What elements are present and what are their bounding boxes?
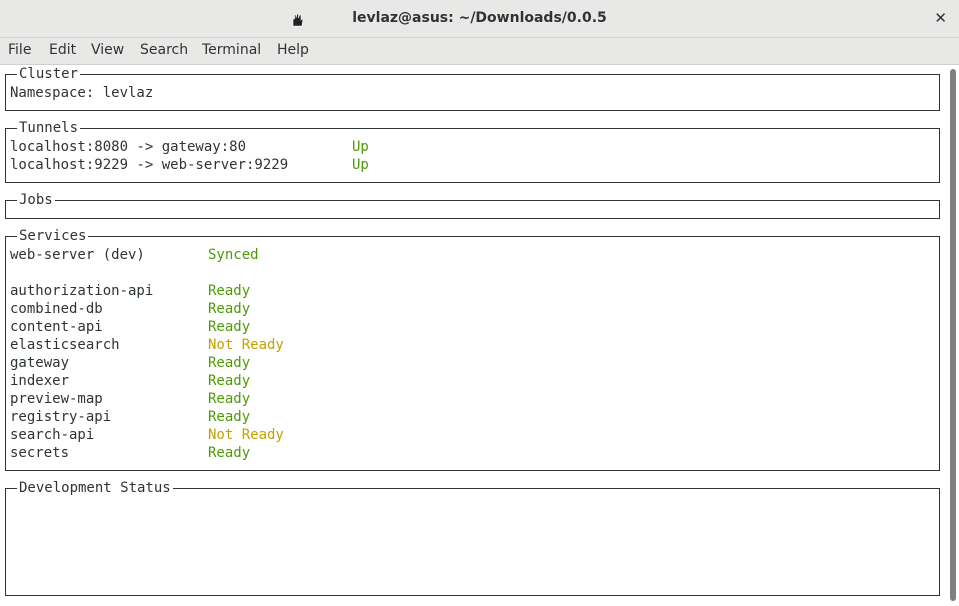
service-name: indexer <box>10 373 70 389</box>
tunnels-panel: Tunnels localhost:8080 -> gateway:80 Up … <box>5 119 940 183</box>
jobs-panel: Jobs <box>5 191 940 219</box>
tunnel-route: localhost:9229 -> web-server:9229 <box>10 157 289 173</box>
services-panel: Services web-server (dev) Synced authori… <box>5 227 940 471</box>
service-name: secrets <box>10 445 70 461</box>
development-status-title: Development Status <box>17 479 173 497</box>
menu-view[interactable]: View <box>91 42 124 58</box>
tunnel-status: Up <box>352 139 369 155</box>
service-name: gateway <box>10 355 70 371</box>
cluster-title: Cluster <box>17 65 81 83</box>
service-status: Ready <box>208 445 251 461</box>
tunnel-route: localhost:8080 -> gateway:80 <box>10 139 247 155</box>
service-name: registry-api <box>10 409 112 425</box>
service-status: Ready <box>208 373 251 389</box>
service-status: Synced <box>208 247 259 263</box>
service-name: preview-map <box>10 391 103 407</box>
menu-bar: File Edit View Search Terminal Help <box>0 38 959 65</box>
service-name: authorization-api <box>10 283 154 299</box>
terminal-scrollbar[interactable] <box>947 65 959 606</box>
development-status-panel: Development Status <box>5 479 940 596</box>
service-name: elasticsearch <box>10 337 120 353</box>
service-status: Ready <box>208 409 251 425</box>
service-status: Ready <box>208 301 251 317</box>
service-name: content-api <box>10 319 103 335</box>
scrollbar-thumb[interactable] <box>950 69 956 601</box>
namespace-line: Namespace: levlaz <box>10 85 154 101</box>
service-name: search-api <box>10 427 95 443</box>
window-title: levlaz@asus: ~/Downloads/0.0.5 <box>352 10 607 26</box>
service-status: Ready <box>208 283 251 299</box>
service-name: web-server (dev) <box>10 247 145 263</box>
menu-edit[interactable]: Edit <box>49 42 76 58</box>
jobs-title: Jobs <box>17 191 55 209</box>
services-title: Services <box>17 227 89 245</box>
service-name: combined-db <box>10 301 103 317</box>
tunnels-title: Tunnels <box>17 119 81 137</box>
service-status: Ready <box>208 391 251 407</box>
close-icon[interactable]: ✕ <box>934 9 947 27</box>
window-titlebar[interactable]: levlaz@asus: ~/Downloads/0.0.5 ✕ <box>0 0 959 38</box>
tunnel-status: Up <box>352 157 369 173</box>
cluster-panel: Cluster Namespace: levlaz <box>5 65 940 111</box>
service-status: Ready <box>208 355 251 371</box>
menu-file[interactable]: File <box>8 42 31 58</box>
service-status: Not Ready <box>208 337 284 353</box>
menu-terminal[interactable]: Terminal <box>202 42 261 58</box>
menu-search[interactable]: Search <box>140 42 188 58</box>
service-status: Not Ready <box>208 427 284 443</box>
menu-help[interactable]: Help <box>277 42 309 58</box>
terminal-area[interactable]: Cluster Namespace: levlaz Tunnels localh… <box>0 65 947 606</box>
service-status: Ready <box>208 319 251 335</box>
